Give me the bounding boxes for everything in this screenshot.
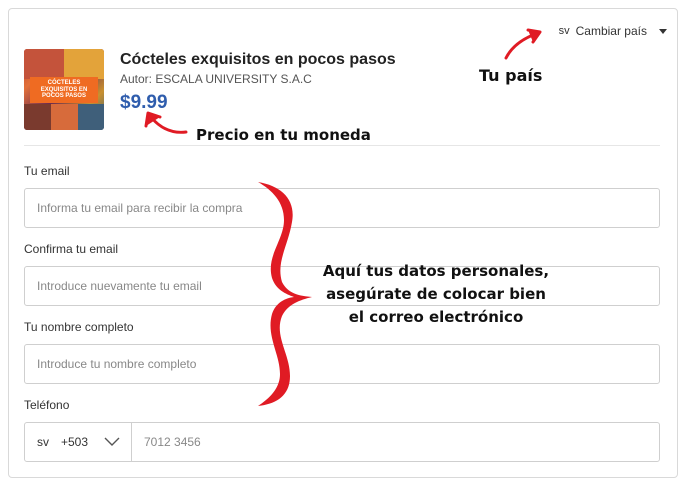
product-title: Cócteles exquisitos en pocos pasos bbox=[120, 51, 396, 68]
product-thumbnail: CÓCTELES EXQUISITOS EN POCOS PASOS bbox=[24, 49, 104, 130]
change-country-label: Cambiar país bbox=[575, 24, 647, 38]
annotation-line: asegúrate de colocar bien bbox=[326, 285, 546, 303]
phone-label: Teléfono bbox=[24, 398, 70, 412]
full-name-field[interactable] bbox=[24, 344, 660, 384]
phone-country-select[interactable]: sv +503 bbox=[25, 423, 132, 461]
chevron-down-icon bbox=[104, 437, 120, 446]
divider bbox=[24, 145, 660, 146]
confirm-email-label: Confirma tu email bbox=[24, 242, 119, 256]
annotation-personal-data: Aquí tus datos personales, asegúrate de … bbox=[318, 260, 554, 329]
phone-country-code: sv bbox=[37, 435, 49, 449]
full-name-label: Tu nombre completo bbox=[24, 320, 134, 334]
phone-field-group: sv +503 bbox=[24, 422, 660, 462]
country-code: sv bbox=[558, 25, 570, 37]
product-author: Autor: ESCALA UNIVERSITY S.A.C bbox=[120, 72, 312, 86]
annotation-line: Aquí tus datos personales, bbox=[322, 262, 550, 280]
phone-dial-code: +503 bbox=[61, 435, 89, 449]
phone-input[interactable] bbox=[132, 423, 659, 461]
product-price: $9.99 bbox=[120, 92, 168, 113]
caret-down-icon bbox=[659, 28, 667, 34]
product-thumbnail-text: CÓCTELES EXQUISITOS EN POCOS PASOS bbox=[30, 77, 98, 103]
email-label: Tu email bbox=[24, 164, 70, 178]
email-field[interactable] bbox=[24, 188, 660, 228]
change-country-dropdown[interactable]: sv Cambiar país bbox=[559, 24, 667, 38]
annotation-country: Tu país bbox=[479, 66, 543, 85]
annotation-line: el correo electrónico bbox=[348, 308, 524, 326]
annotation-price: Precio en tu moneda bbox=[196, 126, 371, 144]
